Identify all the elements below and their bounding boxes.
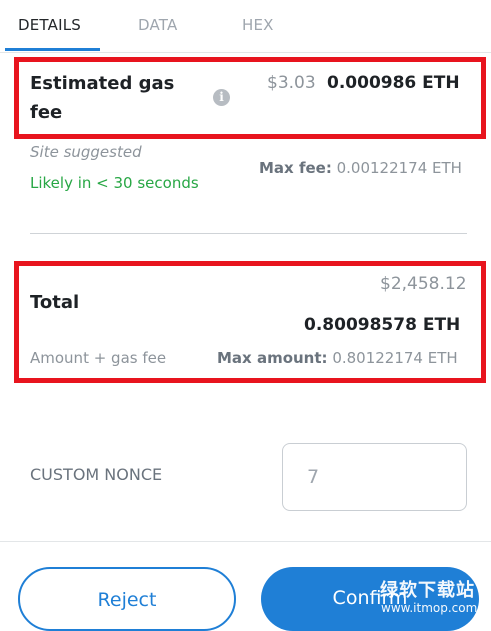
gas-fee-label: Estimated gas fee [30, 69, 174, 127]
custom-nonce-label: CUSTOM NONCE [30, 465, 163, 484]
max-fee-label: Max fee: [259, 159, 332, 177]
site-suggested-label: Site suggested [30, 143, 142, 161]
gas-fee-label-line2: fee [30, 102, 63, 123]
tab-bar: DETAILS DATA HEX [0, 0, 491, 53]
total-label: Total [30, 292, 80, 313]
max-amount-label: Max amount: [217, 349, 328, 367]
tab-data[interactable]: DATA [138, 16, 177, 34]
section-divider [30, 233, 467, 234]
tab-details[interactable]: DETAILS [18, 16, 81, 34]
max-fee-row: Max fee: 0.00122174 ETH [259, 159, 462, 177]
watermark-url: www.itmop.com [381, 601, 478, 615]
reject-button[interactable]: Reject [18, 567, 236, 631]
total-sublabel: Amount + gas fee [30, 349, 167, 367]
custom-nonce-input[interactable] [282, 443, 467, 511]
total-eth: 0.80098578 ETH [304, 315, 461, 335]
gas-fee-eth: 0.000986 ETH [327, 73, 460, 93]
max-amount-row: Max amount: 0.80122174 ETH [217, 349, 458, 367]
gas-fee-label-line1: Estimated gas [30, 73, 175, 94]
tab-hex[interactable]: HEX [242, 16, 274, 34]
footer-divider [0, 541, 491, 542]
active-tab-indicator [5, 48, 100, 51]
max-fee-value: 0.00122174 ETH [336, 159, 462, 177]
max-amount-value: 0.80122174 ETH [332, 349, 458, 367]
total-fiat: $2,458.12 [380, 274, 467, 294]
gas-fee-fiat: $3.03 [267, 73, 316, 93]
watermark-text: 绿软下载站 [380, 580, 475, 601]
info-icon[interactable]: i [213, 89, 230, 106]
gas-timing-estimate: Likely in < 30 seconds [30, 174, 199, 192]
